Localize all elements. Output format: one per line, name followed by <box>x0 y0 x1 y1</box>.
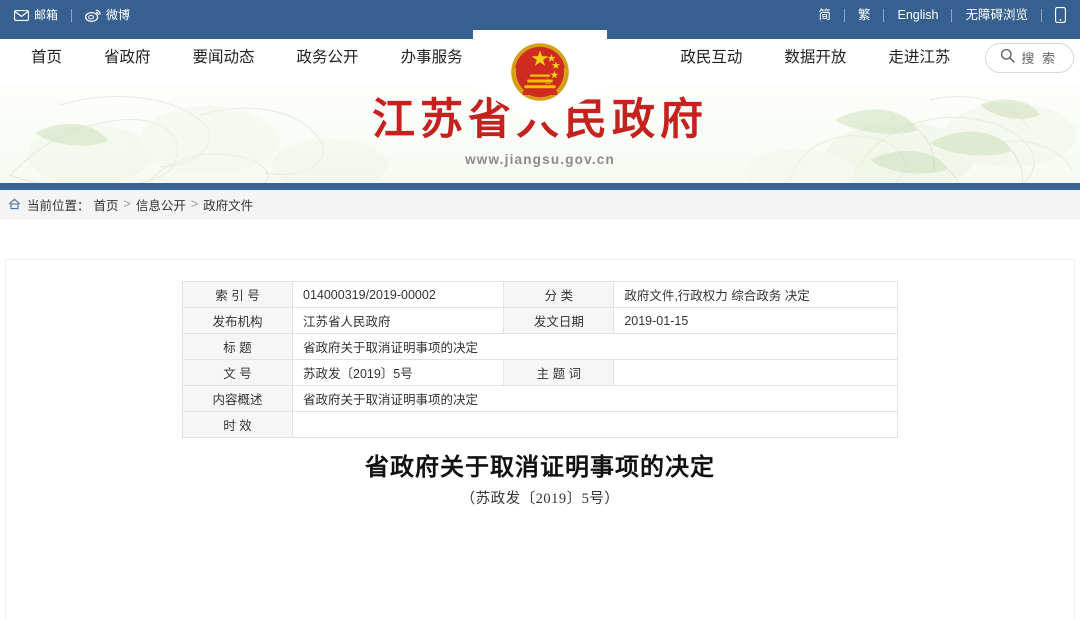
meta-value-document-number: 苏政发〔2019〕5号 <box>291 359 505 386</box>
banner-title-block: 江苏省人民政府 www.jiangsu.gov.cn <box>0 97 1080 167</box>
topbar-divider <box>843 8 845 22</box>
mailbox-label: 邮箱 <box>34 8 59 22</box>
breadcrumb: 当前位置： 首页 > 信息公开 > 政府文件 <box>0 190 1080 219</box>
topbar-left-group: 邮箱 微博 <box>14 8 130 22</box>
mobile-phone-icon[interactable] <box>1055 7 1066 23</box>
lang-simplified-link[interactable]: 简 <box>818 9 831 22</box>
meta-label-index-number: 索 引 号 <box>182 281 293 308</box>
meta-label-category: 分 类 <box>503 281 615 308</box>
breadcrumb-label: 当前位置： <box>27 198 90 213</box>
table-row: 时 效 <box>182 411 898 438</box>
nav-item-open-data[interactable]: 数据开放 <box>763 30 867 85</box>
meta-value-issuing-agency: 江苏省人民政府 <box>291 307 505 334</box>
nav-item-visit-jiangsu[interactable]: 走进江苏 <box>867 30 971 85</box>
site-title: 江苏省人民政府 <box>372 97 708 144</box>
breadcrumb-item-info-disclosure[interactable]: 信息公开 <box>136 195 186 214</box>
site-url: www.jiangsu.gov.cn <box>465 152 615 168</box>
search-label: 搜 索 <box>1021 51 1057 66</box>
banner-bottom-rule <box>0 183 1080 190</box>
table-row: 发布机构 江苏省人民政府 发文日期 2019-01-15 <box>182 307 898 334</box>
meta-value-summary: 省政府关于取消证明事项的决定 <box>292 385 898 412</box>
nav-item-government-affairs-disclosure[interactable]: 政务公开 <box>276 30 380 85</box>
meta-label-issue-date: 发文日期 <box>503 307 615 334</box>
meta-value-validity <box>292 411 898 438</box>
topbar-divider <box>71 8 73 22</box>
nav-item-services[interactable]: 办事服务 <box>380 30 484 85</box>
nav-item-provincial-government[interactable]: 省政府 <box>83 30 172 85</box>
breadcrumb-separator: > <box>123 197 131 211</box>
main-navigation-bar: 首页 省政府 要闻动态 政务公开 办事服务 政民互动 数据开放 走进江苏 搜 索 <box>0 30 1080 124</box>
accessibility-link[interactable]: 无障碍浏览 <box>965 9 1028 22</box>
table-row: 标 题 省政府关于取消证明事项的决定 <box>182 333 898 360</box>
table-row: 内容概述 省政府关于取消证明事项的决定 <box>182 385 898 412</box>
weibo-label: 微博 <box>106 8 131 22</box>
document-title: 省政府关于取消证明事项的决定 <box>365 455 715 481</box>
meta-label-validity: 时 效 <box>182 411 293 438</box>
meta-value-title: 省政府关于取消证明事项的决定 <box>292 333 898 360</box>
breadcrumb-item-home[interactable]: 首页 <box>94 195 119 214</box>
breadcrumb-separator: > <box>190 197 199 211</box>
meta-value-category: 政府文件,行政权力 综合政务 决定 <box>613 281 898 308</box>
top-utility-bar: 邮箱 微博 简 繁 English 无障碍浏览 <box>0 0 1080 30</box>
meta-label-subject-terms: 主 题 词 <box>503 359 615 386</box>
document-metadata-table: 索 引 号 014000319/2019-00002 分 类 政府文件,行政权力… <box>182 281 898 438</box>
meta-value-subject-terms <box>613 359 898 386</box>
mail-icon <box>14 9 29 21</box>
topbar-divider <box>951 8 953 22</box>
meta-label-issuing-agency: 发布机构 <box>182 307 293 334</box>
site-banner: 江苏省人民政府 www.jiangsu.gov.cn <box>0 85 1080 190</box>
content-area: 索 引 号 014000319/2019-00002 分 类 政府文件,行政权力… <box>0 219 1080 619</box>
breadcrumb-item-government-documents[interactable]: 政府文件 <box>203 195 253 214</box>
meta-value-issue-date: 2019-01-15 <box>613 307 898 334</box>
lang-english-link[interactable]: English <box>897 9 938 22</box>
nav-right-items: 政民互动 数据开放 走进江苏 搜 索 <box>659 30 1074 85</box>
nav-item-news[interactable]: 要闻动态 <box>172 30 276 85</box>
weibo-icon <box>85 9 101 22</box>
home-icon[interactable] <box>8 198 21 210</box>
nav-item-public-interaction[interactable]: 政民互动 <box>659 30 763 85</box>
lang-traditional-link[interactable]: 繁 <box>858 9 871 22</box>
meta-label-summary: 内容概述 <box>182 385 293 412</box>
table-row: 文 号 苏政发〔2019〕5号 主 题 词 <box>182 359 898 386</box>
mailbox-link[interactable]: 邮箱 <box>14 9 58 21</box>
search-icon <box>1000 48 1016 68</box>
topbar-right-group: 简 繁 English 无障碍浏览 <box>818 7 1066 23</box>
meta-label-document-number: 文 号 <box>182 359 293 386</box>
document-subtitle: （苏政发〔2019〕5号） <box>460 491 620 507</box>
meta-label-title: 标 题 <box>182 333 293 360</box>
weibo-link[interactable]: 微博 <box>85 9 130 22</box>
table-row: 索 引 号 014000319/2019-00002 分 类 政府文件,行政权力… <box>182 281 898 308</box>
topbar-divider <box>883 8 885 22</box>
meta-value-index-number: 014000319/2019-00002 <box>291 281 505 308</box>
search-button[interactable]: 搜 索 <box>985 42 1074 73</box>
topbar-divider <box>1041 8 1042 22</box>
nav-item-home[interactable]: 首页 <box>10 30 83 85</box>
nav-left-items: 首页 省政府 要闻动态 政务公开 办事服务 <box>10 30 484 85</box>
